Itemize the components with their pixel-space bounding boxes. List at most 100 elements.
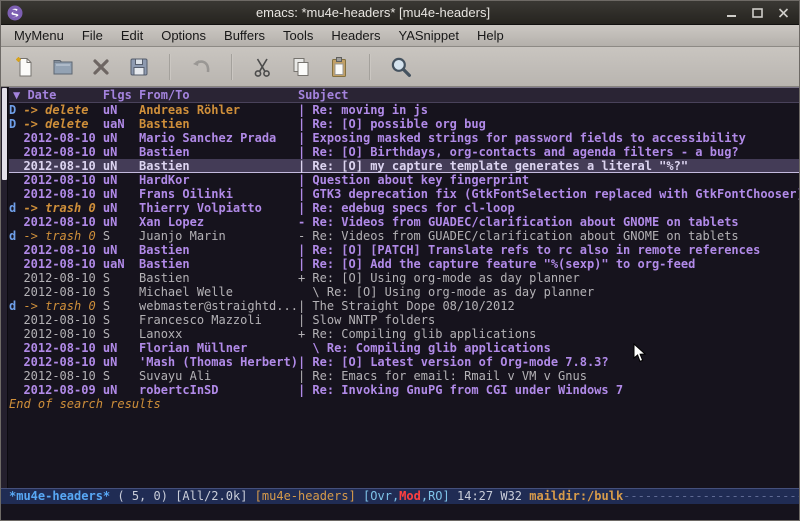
modeline-flags-open: [Ovr,	[363, 489, 399, 503]
col-flags: uN	[103, 355, 139, 369]
menu-item-file[interactable]: File	[73, 26, 112, 45]
message-row[interactable]: d-> trash 0SJuanjo Marin- Re: Videos fro…	[9, 229, 799, 243]
message-row[interactable]: D-> deleteuaNBastien| Re: [O] possible o…	[9, 117, 799, 131]
titlebar[interactable]: emacs: *mu4e-headers* [mu4e-headers]	[1, 1, 799, 25]
headers-list: ▼ DateFlgsFrom/ToSubject D-> deleteuNAnd…	[9, 87, 799, 488]
message-row[interactable]: 2012-08-10uNBastien| Re: [O] my capture …	[9, 159, 799, 173]
column-header-date[interactable]: ▼ Date	[9, 88, 103, 103]
col-subject: | Re: [O] Add the capture feature "%(sex…	[298, 257, 799, 271]
scrollbar[interactable]	[1, 87, 8, 488]
modeline-position: ( 5, 0)	[110, 489, 175, 503]
kill-buffer-button[interactable]	[85, 51, 117, 83]
col-date: 2012-08-10	[23, 159, 102, 173]
column-header-flags[interactable]: Flgs	[103, 88, 139, 103]
emacs-window: emacs: *mu4e-headers* [mu4e-headers] MyM…	[0, 0, 800, 521]
col-date: 2012-08-10	[23, 243, 102, 257]
maximize-button[interactable]	[749, 5, 767, 20]
col-from: Bastien	[139, 271, 298, 285]
message-row[interactable]: 2012-08-10uNMario Sanchez Prada| Exposin…	[9, 131, 799, 145]
message-row[interactable]: 2012-08-10SFrancesco Mazzoli| Slow NNTP …	[9, 313, 799, 327]
col-mark	[9, 131, 23, 145]
col-flags: uN	[103, 173, 139, 187]
col-date: 2012-08-10	[23, 271, 102, 285]
col-mark: d	[9, 201, 23, 215]
message-row[interactable]: D-> deleteuNAndreas Röhler| Re: moving i…	[9, 103, 799, 117]
message-row[interactable]: 2012-08-10uNBastien| Re: [O] [PATCH] Tra…	[9, 243, 799, 257]
menu-item-help[interactable]: Help	[468, 26, 513, 45]
col-date: 2012-08-09	[23, 383, 102, 397]
col-from: Thierry Volpiatto	[139, 201, 298, 215]
col-from: Andreas Röhler	[139, 103, 298, 117]
message-row[interactable]: 2012-08-10SBastien+ Re: [O] Using org-mo…	[9, 271, 799, 285]
col-from: Florian Müllner	[139, 341, 298, 355]
col-subject: | GTK3 deprecation fix (GtkFontSelection…	[298, 187, 799, 201]
new-file-button[interactable]	[9, 51, 41, 83]
message-row[interactable]: 2012-08-10uaNBastien| Re: [O] Add the ca…	[9, 257, 799, 271]
open-file-button[interactable]	[47, 51, 79, 83]
col-flags: uN	[103, 159, 139, 173]
col-date: 2012-08-10	[23, 215, 102, 229]
col-mark	[9, 313, 23, 327]
message-row[interactable]: 2012-08-10uNFrans Oilinki| GTK3 deprecat…	[9, 187, 799, 201]
message-row[interactable]: 2012-08-10uNXan Lopez- Re: Videos from G…	[9, 215, 799, 229]
col-date: 2012-08-10	[23, 187, 102, 201]
mode-line[interactable]: *mu4e-headers* ( 5, 0) [All/2.0k] [mu4e-…	[1, 488, 799, 504]
col-flags: uN	[103, 103, 139, 117]
minimize-button[interactable]	[723, 5, 741, 20]
message-row[interactable]: 2012-08-10uN'Mash (Thomas Herbert)| Re: …	[9, 355, 799, 369]
undo-arrow-icon	[189, 55, 213, 79]
modeline-time: 14:27 W32	[450, 489, 529, 503]
message-row[interactable]: 2012-08-10uNBastien| Re: [O] Birthdays, …	[9, 145, 799, 159]
new-file-icon	[13, 55, 37, 79]
scrollbar-thumb[interactable]	[2, 88, 7, 180]
col-date: 2012-08-10	[23, 131, 102, 145]
col-mark: D	[9, 103, 23, 117]
col-from: Mario Sanchez Prada	[139, 131, 298, 145]
menu-item-edit[interactable]: Edit	[112, 26, 152, 45]
magnifier-icon	[388, 54, 414, 80]
col-flags: uN	[103, 215, 139, 229]
paste-button[interactable]	[323, 51, 355, 83]
col-flags: uN	[103, 187, 139, 201]
menu-item-options[interactable]: Options	[152, 26, 215, 45]
col-from: Bastien	[139, 159, 298, 173]
message-row[interactable]: 2012-08-09uNrobertcInSD| Re: Invoking Gn…	[9, 383, 799, 397]
col-flags: uaN	[103, 117, 139, 131]
col-mark	[9, 327, 23, 341]
mouse-cursor	[633, 343, 646, 363]
menu-item-headers[interactable]: Headers	[322, 26, 389, 45]
col-mark	[9, 159, 23, 173]
message-row[interactable]: 2012-08-10SLanoxx+ Re: Compiling glib ap…	[9, 327, 799, 341]
copy-button[interactable]	[285, 51, 317, 83]
menu-item-yasnippet[interactable]: YASnippet	[389, 26, 467, 45]
message-row[interactable]: 2012-08-10uNHardKor| Question about key …	[9, 173, 799, 187]
message-row[interactable]: 2012-08-10SSuvayu Ali| Re: Emacs for ema…	[9, 369, 799, 383]
col-mark	[9, 383, 23, 397]
col-subject: - Re: Videos from GUADEC/clarification a…	[298, 215, 799, 229]
message-row[interactable]: d-> trash 0Swebmaster@straightd...| The …	[9, 299, 799, 313]
column-header-subject[interactable]: Subject	[298, 88, 349, 103]
column-header-from[interactable]: From/To	[139, 88, 298, 103]
search-button[interactable]	[385, 51, 417, 83]
menu-item-tools[interactable]: Tools	[274, 26, 322, 45]
message-row[interactable]: d-> trash 0uNThierry Volpiatto| Re: edeb…	[9, 201, 799, 215]
header-line: ▼ DateFlgsFrom/ToSubject	[9, 87, 799, 103]
window-title: emacs: *mu4e-headers* [mu4e-headers]	[23, 5, 723, 20]
col-date: 2012-08-10	[23, 341, 102, 355]
menu-item-mymenu[interactable]: MyMenu	[5, 26, 73, 45]
message-row[interactable]: 2012-08-10uNFlorian Müllner \ Re: Compil…	[9, 341, 799, 355]
col-date: 2012-08-10	[23, 257, 102, 271]
save-buffer-button[interactable]	[123, 51, 155, 83]
echo-area[interactable]	[1, 504, 799, 521]
scissors-icon	[251, 55, 275, 79]
open-folder-icon	[51, 55, 75, 79]
cut-button[interactable]	[247, 51, 279, 83]
col-flags: uN	[103, 145, 139, 159]
close-button[interactable]	[775, 5, 793, 20]
col-mark: D	[9, 117, 23, 131]
col-mark	[9, 187, 23, 201]
message-row[interactable]: 2012-08-10SMichael Welle \ Re: [O] Using…	[9, 285, 799, 299]
undo-button[interactable]	[185, 51, 217, 83]
col-date: 2012-08-10	[23, 285, 102, 299]
menu-item-buffers[interactable]: Buffers	[215, 26, 274, 45]
